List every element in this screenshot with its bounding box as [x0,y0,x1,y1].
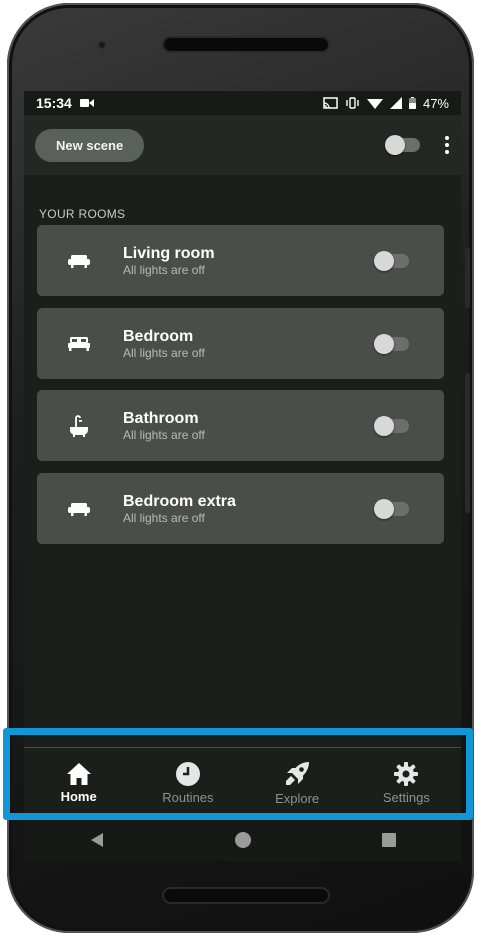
battery-percent: 47% [422,95,449,111]
section-title-your-rooms: YOUR ROOMS [39,207,126,221]
bottom-speaker [162,887,330,904]
new-scene-button[interactable]: New scene [35,128,145,162]
vibrate-icon [346,97,359,109]
cast-icon [323,97,338,109]
sofa-icon [67,254,90,268]
toggle-knob [374,498,394,519]
room-status: All lights are off [123,345,205,360]
room-card-bedroom[interactable]: Bedroom All lights are off [37,308,444,379]
room-card-bathroom[interactable]: Bathroom All lights are off [37,390,444,461]
room-status: All lights are off [123,427,205,442]
signal-icon [389,97,402,109]
power-button [465,248,470,308]
battery-icon [408,97,416,109]
front-camera [97,40,107,50]
bed-icon [67,336,90,351]
toggle-knob [385,135,405,155]
system-navigation-bar [24,818,461,861]
highlight-box [3,728,473,820]
room-name: Bedroom [123,327,194,345]
toggle-knob [374,333,394,354]
sofa-icon [67,502,90,516]
clock-text: 15:34 [36,95,72,111]
room-card-bedroom-extra[interactable]: Bedroom extra All lights are off [37,473,444,544]
app-top-bar: New scene [24,115,461,175]
recents-icon[interactable] [381,832,397,848]
room-status: All lights are off [123,262,205,277]
back-icon[interactable] [89,832,105,848]
room-status: All lights are off [123,510,205,525]
status-bar: 15:34 47% [24,91,461,115]
top-speaker [162,36,330,53]
wifi-icon [366,99,383,109]
master-toggle[interactable] [385,135,420,155]
toggle-knob [374,415,394,436]
room-name: Bathroom [123,409,199,427]
room-toggle[interactable] [374,415,409,436]
bathtub-icon [69,414,88,437]
room-toggle[interactable] [374,250,409,271]
more-options-icon[interactable] [445,136,449,154]
room-name: Living room [123,244,215,262]
room-name: Bedroom extra [123,492,236,510]
video-camera-icon [79,99,94,107]
room-card-living-room[interactable]: Living room All lights are off [37,225,444,296]
volume-button [465,373,470,513]
toggle-knob [374,250,394,271]
room-toggle[interactable] [374,498,409,519]
home-circle-icon[interactable] [234,831,252,849]
room-toggle[interactable] [374,333,409,354]
